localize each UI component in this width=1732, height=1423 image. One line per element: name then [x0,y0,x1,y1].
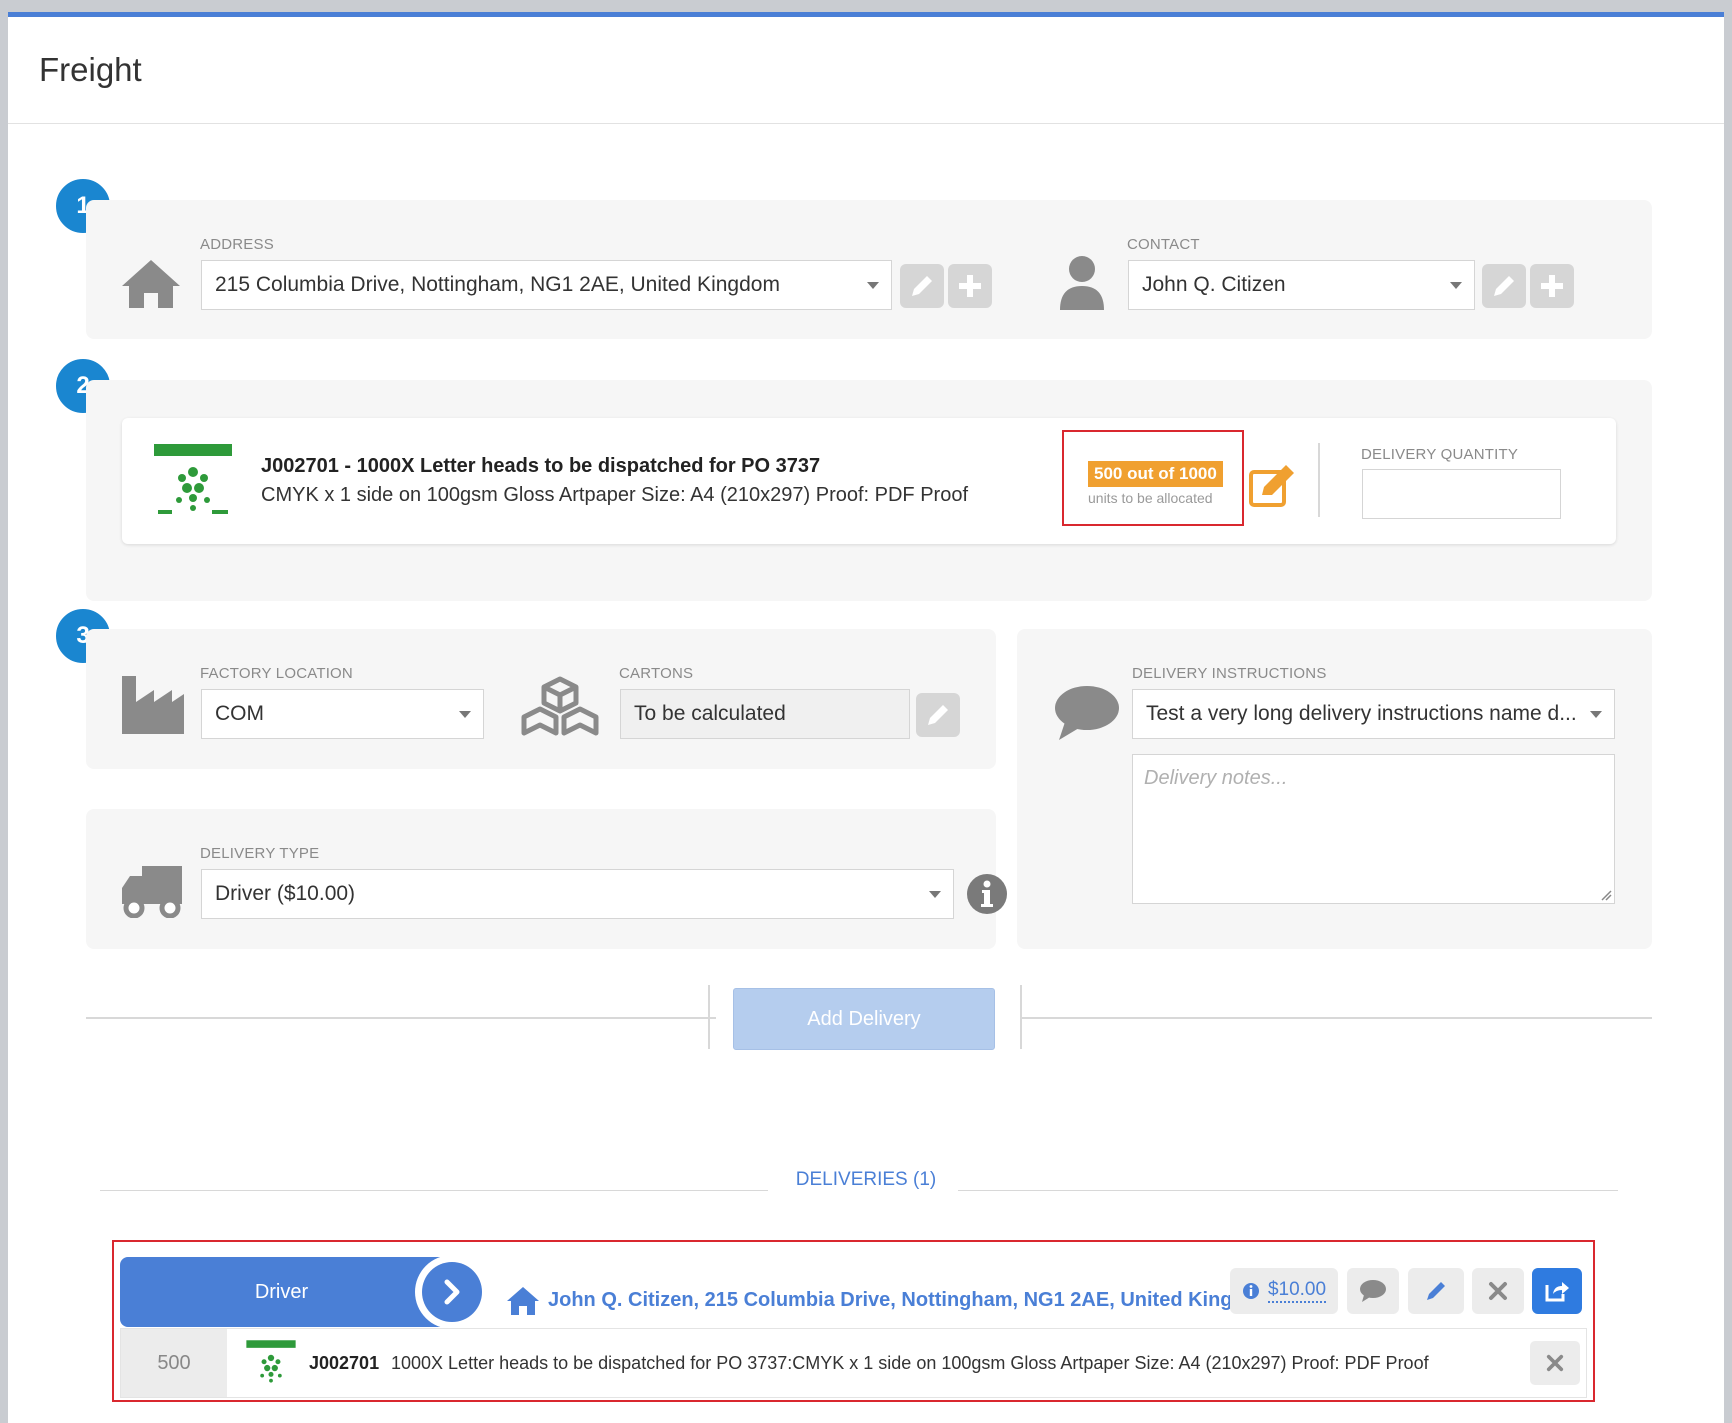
divider [708,985,710,1049]
remove-delivery-button[interactable] [1472,1268,1524,1314]
divider [958,1190,1618,1191]
add-address-button[interactable] [948,264,992,308]
job-thumbnail [152,442,234,518]
line-item-description: 1000X Letter heads to be dispatched for … [391,1353,1429,1373]
edit-delivery-button[interactable] [1408,1268,1464,1314]
edit-address-button[interactable] [900,264,944,308]
speech-bubble-icon [1360,1280,1386,1302]
chevron-down-icon [929,891,941,898]
pencil-icon [1427,1282,1445,1300]
delivery-comment-button[interactable] [1347,1268,1399,1314]
factory-location-label: FACTORY LOCATION [200,665,353,682]
factory-location-value: COM [215,702,264,725]
line-item-job-code: J002701 [309,1353,380,1373]
job-thumbnail [245,1339,297,1387]
close-icon [1546,1354,1564,1372]
delivery-instructions-value: Test a very long delivery instructions n… [1146,702,1577,725]
cartons-value: To be calculated [634,702,786,725]
speech-bubble-icon [1055,686,1119,740]
chevron-down-icon [1590,711,1602,718]
delivery-instructions-label: DELIVERY INSTRUCTIONS [1132,665,1327,682]
truck-icon [122,866,182,918]
close-icon [1489,1282,1507,1300]
add-delivery-button[interactable]: Add Delivery [733,988,995,1050]
home-icon [507,1287,539,1315]
divider [86,1017,716,1019]
share-delivery-button[interactable] [1532,1268,1582,1314]
resize-handle-icon[interactable] [1600,889,1612,901]
delivery-type-value: Driver ($10.00) [215,882,356,905]
delivery-notes-textarea[interactable]: Delivery notes... [1132,754,1615,904]
contact-select[interactable]: John Q. Citizen [1128,260,1475,310]
contact-value: John Q. Citizen [1142,273,1286,296]
delivery-quantity-input[interactable] [1362,469,1561,519]
delivery-price-button[interactable]: $10.00 [1230,1268,1338,1314]
allocation-badge: 500 out of 1000 [1088,461,1223,487]
line-item-quantity: 500 [121,1329,227,1397]
pencil-icon [1494,276,1514,296]
info-icon[interactable] [966,873,1008,915]
delivery-line-item: 500 J002701 1000X Letter heads to be dis… [120,1328,1587,1398]
delivery-type-pill: Driver [120,1257,443,1327]
job-description: CMYK x 1 side on 100gsm Gloss Artpaper S… [261,484,969,506]
freight-modal: Freight 1 ADDRESS 215 Columbia Drive, No… [8,12,1724,1423]
chevron-down-icon [459,711,471,718]
deliveries-heading: DELIVERIES (1) [795,1169,937,1190]
cartons-icon [521,676,599,736]
allocation-caption: units to be allocated [1088,490,1213,506]
share-icon [1545,1282,1569,1302]
modal-title: Freight [8,17,1724,124]
address-value: 215 Columbia Drive, Nottingham, NG1 2AE,… [215,273,780,296]
chevron-right-icon [444,1279,460,1305]
home-icon [122,260,180,308]
edit-contact-button[interactable] [1482,264,1526,308]
edit-cartons-button[interactable] [916,693,960,737]
divider [1318,443,1320,517]
info-icon [1242,1283,1259,1299]
delivery-type-select[interactable]: Driver ($10.00) [201,869,954,919]
expand-delivery-button[interactable] [415,1255,489,1329]
delivery-instructions-select[interactable]: Test a very long delivery instructions n… [1132,689,1615,739]
plus-icon [959,275,981,297]
contact-label: CONTACT [1127,236,1200,253]
delivery-quantity-label: DELIVERY QUANTITY [1361,446,1519,463]
user-icon [1060,256,1104,310]
edit-allocation-icon[interactable] [1248,462,1298,510]
plus-icon [1541,275,1563,297]
pencil-icon [928,705,948,725]
cartons-label: CARTONS [619,665,694,682]
add-contact-button[interactable] [1530,264,1574,308]
chevron-down-icon [867,282,879,289]
delivery-notes-placeholder: Delivery notes... [1144,767,1288,789]
address-label: ADDRESS [200,236,274,253]
divider [1020,1017,1652,1019]
delivery-address: John Q. Citizen, 215 Columbia Drive, Not… [548,1289,1262,1311]
delivery-type-label: DELIVERY TYPE [200,845,320,862]
address-select[interactable]: 215 Columbia Drive, Nottingham, NG1 2AE,… [201,260,892,310]
pencil-icon [912,276,932,296]
factory-location-select[interactable]: COM [201,689,484,739]
remove-line-item-button[interactable] [1530,1341,1580,1385]
chevron-down-icon [1450,282,1462,289]
delivery-price: $10.00 [1267,1279,1327,1303]
job-title: J002701 - 1000X Letter heads to be dispa… [261,455,821,477]
cartons-field[interactable]: To be calculated [620,689,910,739]
factory-icon [122,676,184,734]
